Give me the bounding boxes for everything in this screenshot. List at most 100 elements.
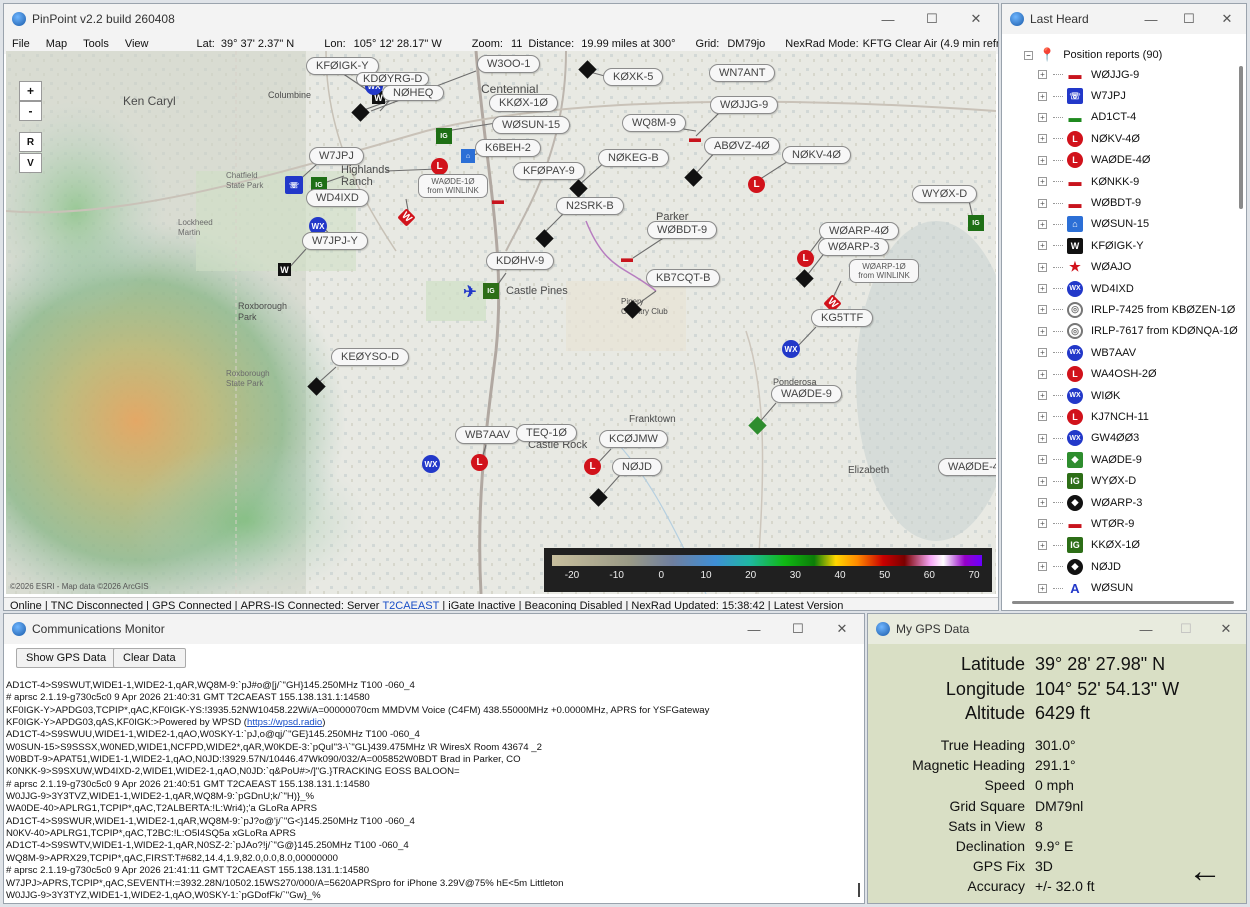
station-phone-icon[interactable]: ☏ xyxy=(285,176,303,194)
station-lora-icon[interactable]: L xyxy=(471,454,488,471)
callout-n0jd[interactable]: NØJD xyxy=(612,458,662,476)
tree-item[interactable]: + ⌂ WØSUN-15 xyxy=(1038,214,1238,235)
expand-toggle[interactable]: + xyxy=(1038,583,1047,593)
minimize-button[interactable]: — xyxy=(1132,4,1170,34)
callout-n0keg-b[interactable]: NØKEG-B xyxy=(598,149,669,167)
station-lora-icon[interactable]: L xyxy=(748,176,765,193)
callout-teq-10[interactable]: TEQ-1Ø xyxy=(516,424,577,442)
tree-item[interactable]: + ▬ AD1CT-4 xyxy=(1038,107,1238,128)
callout-winlink-wa0de[interactable]: WAØDE-1Ø from WINLINK xyxy=(418,174,488,198)
callout-wd4ixd[interactable]: WD4IXD xyxy=(306,189,369,207)
tree-item[interactable]: + ★ WØAJO xyxy=(1038,257,1238,278)
expand-toggle[interactable]: + xyxy=(1038,498,1047,507)
station-wx-icon[interactable]: WX xyxy=(782,340,800,358)
tree-item[interactable]: + L NØKV-4Ø xyxy=(1038,128,1238,149)
collapse-toggle[interactable]: − xyxy=(1024,50,1033,60)
close-button[interactable]: ✕ xyxy=(1208,4,1246,34)
callout-kk0x-10[interactable]: KKØX-1Ø xyxy=(489,94,558,112)
callout-kd0yrg-d[interactable]: KDØYRG-D xyxy=(356,72,430,86)
log-scroll-thumb[interactable] xyxy=(858,883,860,897)
callout-k0xk-5[interactable]: KØXK-5 xyxy=(603,68,664,86)
station-lora-icon[interactable]: L xyxy=(431,158,448,175)
maximize-button[interactable]: ☐ xyxy=(1170,4,1208,34)
map-view[interactable]: Ken Caryl Columbine Centennial Highlands… xyxy=(6,51,996,594)
callout-winlink-w0arp[interactable]: WØARP-1Ø from WINLINK xyxy=(849,259,919,283)
maximize-button[interactable]: ☐ xyxy=(910,4,954,34)
tree-item[interactable]: + ▬ WØBDT-9 xyxy=(1038,192,1238,213)
log-link[interactable]: https://wpsd.radio xyxy=(247,717,322,728)
tree-item[interactable]: + ◆ NØJD xyxy=(1038,556,1238,577)
tree-item[interactable]: + WX GW4ØØ3 xyxy=(1038,428,1238,449)
expand-toggle[interactable]: + xyxy=(1038,241,1047,251)
close-button[interactable]: ✕ xyxy=(1206,614,1246,644)
tree-item[interactable]: + ▬ WTØR-9 xyxy=(1038,513,1238,534)
expand-toggle[interactable]: + xyxy=(1038,476,1047,486)
expand-toggle[interactable]: + xyxy=(1038,391,1047,401)
callout-w0sun-15[interactable]: WØSUN-15 xyxy=(492,116,571,134)
tree-item[interactable]: + ◎ IRLP-7617 from KDØNQA-1Ø xyxy=(1038,321,1238,342)
callout-wa0de-4[interactable]: WAØDE-4 xyxy=(938,458,996,476)
tree-item[interactable]: + IG WYØX-D xyxy=(1038,470,1238,491)
station-igate-icon[interactable]: IG xyxy=(483,283,499,299)
station-igate-icon[interactable]: IG xyxy=(436,128,452,144)
expand-toggle[interactable]: + xyxy=(1038,112,1047,122)
tree-item[interactable]: + ◆ WØARP-3 xyxy=(1038,492,1238,513)
expand-toggle[interactable]: + xyxy=(1038,91,1047,101)
callout-ab0vz-40[interactable]: ABØVZ-4Ø xyxy=(704,137,780,155)
tree-scrollbar[interactable] xyxy=(1239,66,1243,209)
station-lora-icon[interactable]: L xyxy=(584,458,601,475)
map-r-button[interactable]: R xyxy=(19,132,42,152)
tree-root-position-reports[interactable]: − 📍 Position reports (90) xyxy=(1024,46,1238,64)
expand-toggle[interactable]: + xyxy=(1038,540,1047,550)
expand-toggle[interactable]: + xyxy=(1038,284,1047,294)
callout-w7jpj-y[interactable]: W7JPJ-Y xyxy=(302,232,368,250)
expand-toggle[interactable]: + xyxy=(1038,219,1047,229)
callout-w3oo-1[interactable]: W3OO-1 xyxy=(477,55,541,73)
callout-kb7cqt-b[interactable]: KB7CQT-B xyxy=(646,269,721,287)
callout-w0bdt-9[interactable]: WØBDT-9 xyxy=(647,221,718,239)
tree-item[interactable]: + ◆ WAØDE-9 xyxy=(1038,449,1238,470)
callout-n2srk-b[interactable]: N2SRK-B xyxy=(556,197,624,215)
tree-item[interactable]: + IG KKØX-1Ø xyxy=(1038,535,1238,556)
station-plane-icon[interactable]: ✈ xyxy=(461,283,479,301)
tree-item[interactable]: + L KJ7NCH-11 xyxy=(1038,406,1238,427)
callout-wa0de-9[interactable]: WAØDE-9 xyxy=(771,385,842,403)
expand-toggle[interactable]: + xyxy=(1038,70,1047,80)
tree-item[interactable]: + L WA4OSH-2Ø xyxy=(1038,363,1238,384)
menu-file[interactable]: File xyxy=(12,38,30,50)
tree-item[interactable]: + WX WB7AAV xyxy=(1038,342,1238,363)
callout-wn7ant[interactable]: WN7ANT xyxy=(709,64,776,82)
expand-toggle[interactable]: + xyxy=(1038,155,1047,165)
callout-wy0x-d[interactable]: WYØX-D xyxy=(912,185,978,203)
expand-toggle[interactable]: + xyxy=(1038,412,1047,422)
expand-toggle[interactable]: + xyxy=(1038,562,1047,572)
callout-kc0jmw[interactable]: KCØJMW xyxy=(599,430,668,448)
menu-tools[interactable]: Tools xyxy=(83,38,109,50)
tree-item[interactable]: + ▬ WØJJG-9 xyxy=(1038,64,1238,85)
minimize-button[interactable]: — xyxy=(1126,614,1166,644)
last-heard-tree[interactable]: − 📍 Position reports (90) + ▬ WØJJG-9 + ☏ W7J… xyxy=(1014,46,1238,599)
expand-toggle[interactable]: + xyxy=(1038,262,1047,272)
tree-item[interactable]: + L WAØDE-4Ø xyxy=(1038,150,1238,171)
expand-toggle[interactable]: + xyxy=(1038,455,1047,465)
callout-wq8m-9[interactable]: WQ8M-9 xyxy=(622,114,686,132)
tree-hscrollbar[interactable] xyxy=(1012,601,1234,604)
callout-n0kv-40[interactable]: NØKV-4Ø xyxy=(782,146,851,164)
close-button[interactable]: ✕ xyxy=(954,4,998,34)
callout-k6beh-2[interactable]: K6BEH-2 xyxy=(475,139,541,157)
menu-view[interactable]: View xyxy=(125,38,149,50)
close-button[interactable]: ✕ xyxy=(820,614,864,644)
expand-toggle[interactable]: + xyxy=(1038,519,1047,529)
station-lora-icon[interactable]: L xyxy=(797,250,814,267)
callout-w0arp-3[interactable]: WØARP-3 xyxy=(818,238,890,256)
expand-toggle[interactable]: + xyxy=(1038,198,1047,208)
status-server-link[interactable]: T2CAEAST xyxy=(382,600,439,610)
expand-toggle[interactable]: + xyxy=(1038,177,1047,187)
maximize-button[interactable]: ☐ xyxy=(776,614,820,644)
tree-item[interactable]: + ▬ KØNKK-9 xyxy=(1038,171,1238,192)
minimize-button[interactable]: — xyxy=(866,4,910,34)
comm-log[interactable]: AD1CT-4>S9SWUT,WIDE1-1,WIDE2-1,qAR,WQ8M-… xyxy=(6,680,856,904)
callout-kd0hv-9[interactable]: KDØHV-9 xyxy=(486,252,555,270)
station-house-icon[interactable]: ⌂ xyxy=(461,149,475,163)
tree-item[interactable]: + ◎ IRLP-7425 from KBØZEN-1Ø xyxy=(1038,299,1238,320)
